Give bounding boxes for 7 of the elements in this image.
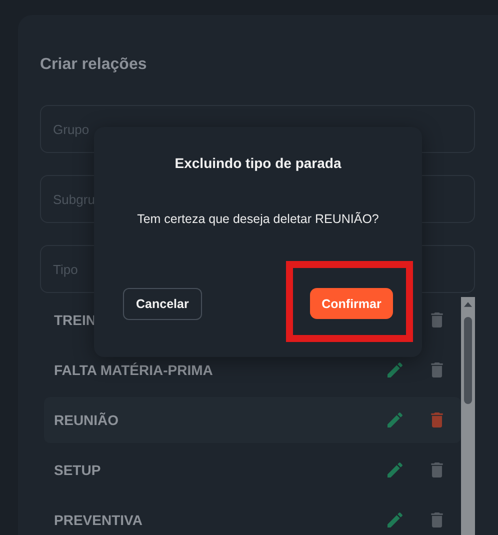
row-label: PREVENTIVA bbox=[54, 512, 142, 528]
row-label: REUNIÃO bbox=[54, 412, 119, 428]
dialog-title: Excluindo tipo de parada bbox=[174, 154, 342, 172]
section-title: Criar relações bbox=[40, 55, 148, 75]
row-label: SETUP bbox=[54, 462, 101, 478]
row-label: FALTA MATÉRIA-PRIMA bbox=[54, 362, 213, 378]
dialog-message: Tem certeza que deseja deletar REUNIÃO? bbox=[137, 211, 379, 228]
